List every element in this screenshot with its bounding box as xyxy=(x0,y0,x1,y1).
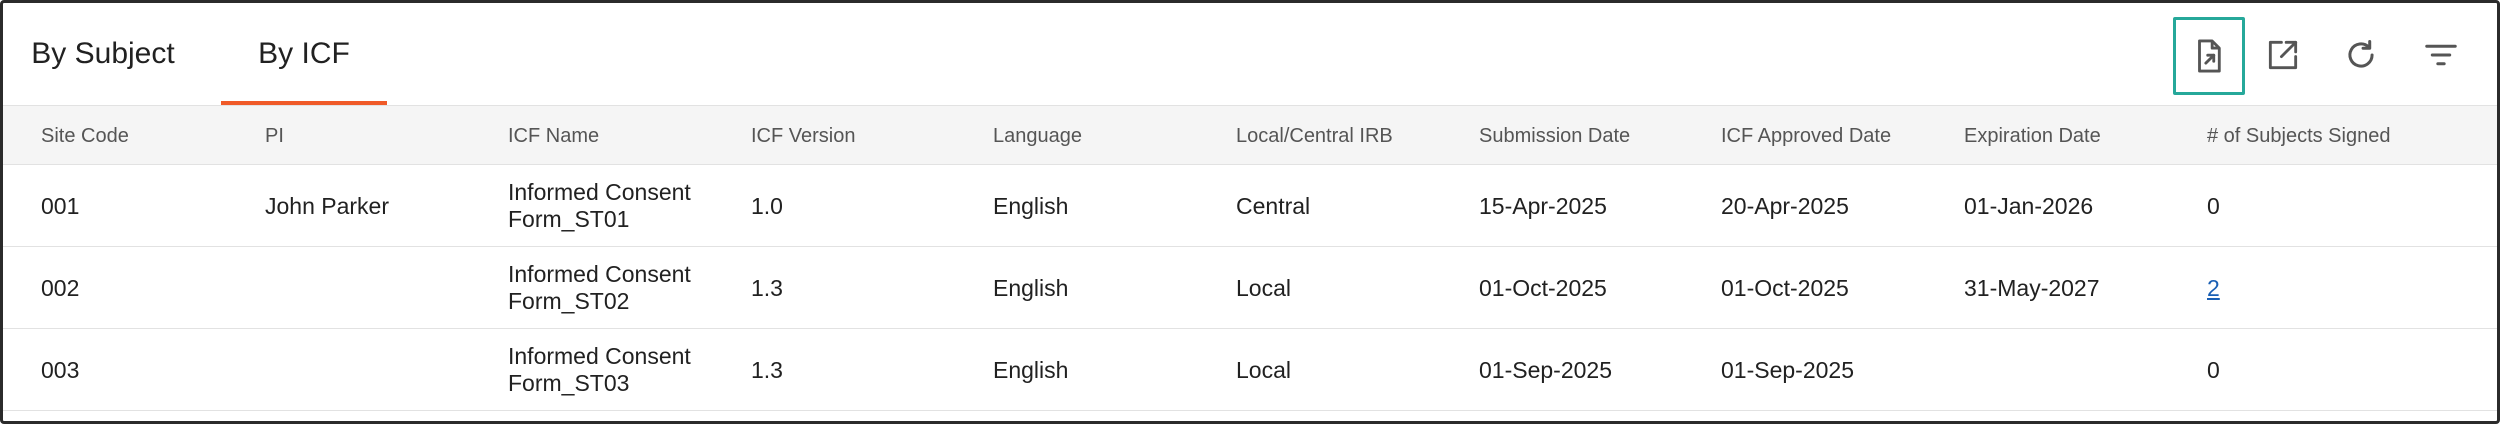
table-header: Site Code PI ICF Name ICF Version Langua… xyxy=(3,105,2497,165)
expiration-date-cell: 31-May-2027 xyxy=(1964,274,2100,301)
table-row[interactable]: 002 Informed Consent Form_ST02 1.3 Engli… xyxy=(3,247,2497,329)
approved-date-cell: 01-Oct-2025 xyxy=(1721,274,1849,301)
column-header-irb[interactable]: Local/Central IRB xyxy=(1236,106,1393,166)
icf-version-cell: 1.0 xyxy=(751,192,783,219)
icf-name-cell: Informed Consent Form_ST01 xyxy=(508,179,691,232)
column-header-pi[interactable]: PI xyxy=(265,106,284,166)
table-row[interactable]: 003 Informed Consent Form_ST03 1.3 Engli… xyxy=(3,329,2497,411)
column-header-expiration-date[interactable]: Expiration Date xyxy=(1964,106,2101,166)
expiration-date-cell: 01-Jan-2026 xyxy=(1964,192,2094,219)
site-code-cell: 003 xyxy=(41,356,80,383)
irb-cell: Central xyxy=(1236,192,1311,219)
open-external-icon xyxy=(2268,40,2298,70)
open-external-button[interactable] xyxy=(2253,25,2313,85)
subjects-signed-cell: 0 xyxy=(2207,192,2220,219)
language-cell: English xyxy=(993,274,1069,301)
irb-cell: Local xyxy=(1236,356,1291,383)
icf-version-cell: 1.3 xyxy=(751,274,783,301)
submission-date-cell: 15-Apr-2025 xyxy=(1479,192,1607,219)
subjects-signed-cell: 2 xyxy=(2207,247,2220,329)
icf-table: Site Code PI ICF Name ICF Version Langua… xyxy=(3,105,2497,411)
column-header-icf-name[interactable]: ICF Name xyxy=(508,106,599,166)
refresh-button[interactable] xyxy=(2331,25,2391,85)
subjects-signed-cell: 0 xyxy=(2207,356,2220,383)
tab-by-subject[interactable]: By Subject xyxy=(23,3,183,105)
language-cell: English xyxy=(993,192,1069,219)
icf-panel: By Subject By ICF Site Code PI ICF Name … xyxy=(0,0,2500,424)
column-header-subjects-signed[interactable]: # of Subjects Signed xyxy=(2207,106,2390,166)
refresh-icon xyxy=(2348,40,2374,68)
table-row[interactable]: 001 John Parker Informed Consent Form_ST… xyxy=(3,165,2497,247)
language-cell: English xyxy=(993,356,1069,383)
export-icon xyxy=(2198,39,2221,73)
submission-date-cell: 01-Sep-2025 xyxy=(1479,356,1612,383)
subjects-signed-link[interactable]: 2 xyxy=(2207,275,2220,302)
site-code-cell: 001 xyxy=(41,192,80,219)
column-header-submission-date[interactable]: Submission Date xyxy=(1479,106,1630,166)
filter-icon xyxy=(2425,44,2457,66)
site-code-cell: 002 xyxy=(41,274,80,301)
pi-cell: John Parker xyxy=(265,192,390,219)
column-header-approved-date[interactable]: ICF Approved Date xyxy=(1721,106,1891,166)
irb-cell: Local xyxy=(1236,274,1291,301)
column-header-icf-version[interactable]: ICF Version xyxy=(751,106,855,166)
filter-button[interactable] xyxy=(2411,25,2471,85)
approved-date-cell: 01-Sep-2025 xyxy=(1721,356,1854,383)
icf-name-cell: Informed Consent Form_ST03 xyxy=(508,343,691,396)
export-button[interactable] xyxy=(2173,17,2245,95)
icf-name-cell: Informed Consent Form_ST02 xyxy=(508,261,691,314)
column-header-site-code[interactable]: Site Code xyxy=(41,106,129,166)
column-header-language[interactable]: Language xyxy=(993,106,1082,166)
tab-by-icf[interactable]: By ICF xyxy=(221,3,387,105)
submission-date-cell: 01-Oct-2025 xyxy=(1479,274,1607,301)
icf-version-cell: 1.3 xyxy=(751,356,783,383)
toolbar: By Subject By ICF xyxy=(3,3,2497,105)
approved-date-cell: 20-Apr-2025 xyxy=(1721,192,1849,219)
